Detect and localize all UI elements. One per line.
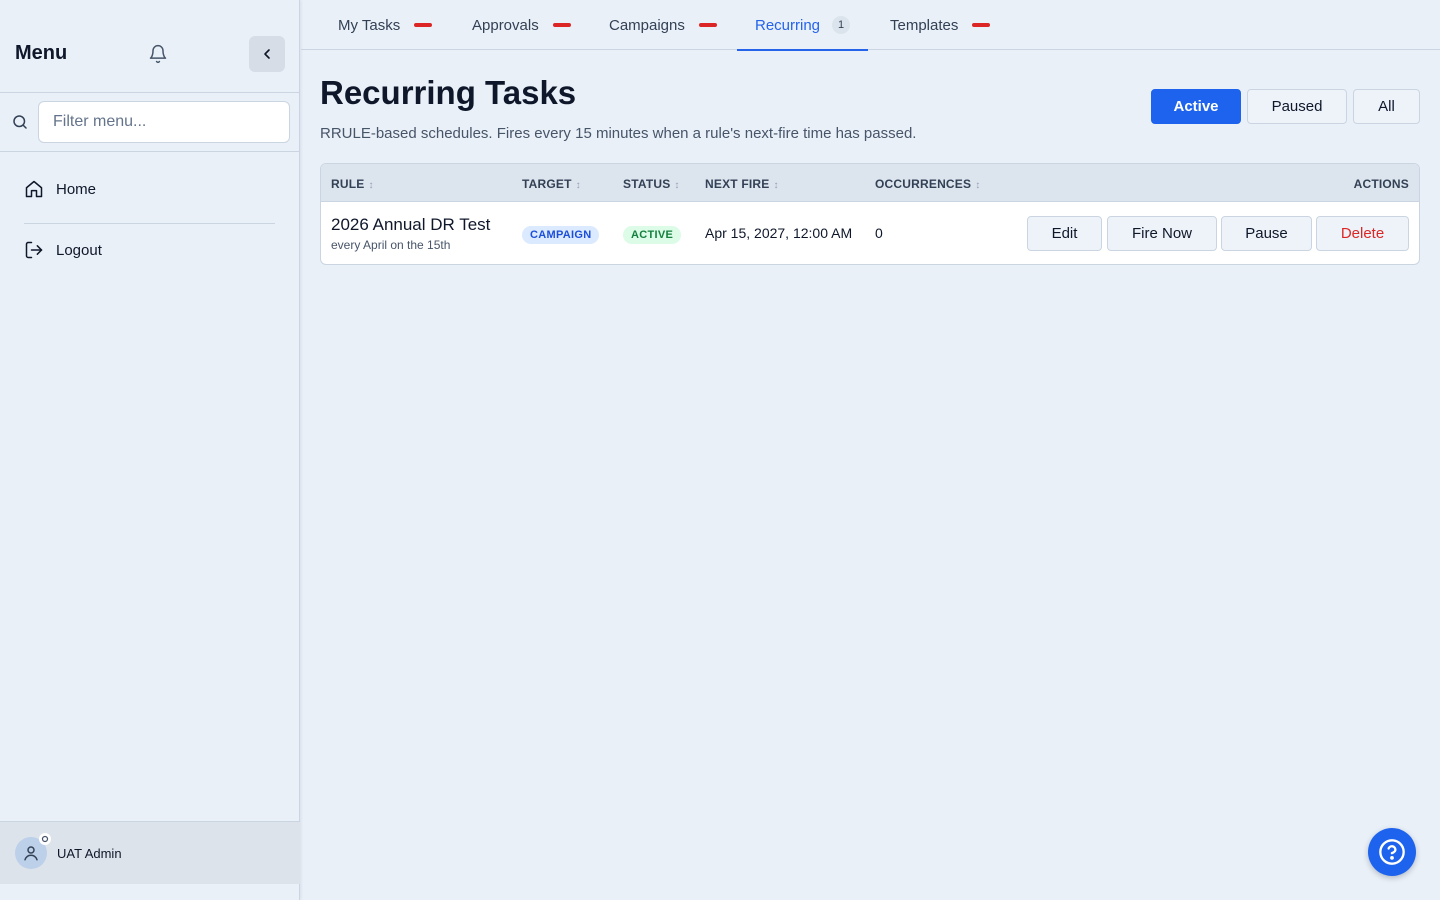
user-footer[interactable]: UAT Admin	[0, 821, 300, 884]
user-icon	[24, 846, 38, 861]
sort-icon: ↕	[674, 180, 680, 191]
tab-approvals[interactable]: Approvals	[472, 0, 571, 50]
sidebar-search	[0, 93, 299, 152]
tab-bar: My Tasks Approvals Campaigns Recurring 1 …	[301, 0, 1440, 51]
settings-badge-icon	[39, 833, 51, 845]
occurrences-value: 0	[875, 225, 883, 241]
rule-schedule: every April on the 15th	[331, 238, 451, 252]
bell-icon[interactable]	[148, 44, 168, 64]
tab-indicator	[972, 23, 991, 27]
user-name: UAT Admin	[57, 846, 122, 861]
tab-label: Approvals	[472, 16, 539, 34]
sort-icon: ↕	[773, 180, 779, 191]
tab-label: Templates	[890, 16, 959, 34]
tab-count-badge: 1	[832, 16, 851, 34]
sort-icon: ↕	[368, 180, 374, 191]
filter-all-button[interactable]: All	[1353, 89, 1420, 124]
filter-menu-input[interactable]	[38, 101, 290, 143]
sort-icon: ↕	[975, 180, 981, 191]
sidebar-item-label: Logout	[56, 241, 102, 259]
sidebar-title: Menu	[15, 42, 68, 64]
tab-label: Recurring	[755, 16, 821, 34]
table-header: RULE ↕ TARGET ↕ STATUS ↕ NEXT FIRE ↕ OCCURRE…	[321, 164, 1419, 202]
sort-icon: ↕	[575, 180, 581, 191]
filter-active-button[interactable]: Active	[1151, 89, 1241, 124]
column-header-status[interactable]: STATUS ↕	[623, 177, 680, 191]
help-icon	[1379, 839, 1405, 865]
search-icon	[13, 115, 27, 129]
tab-recurring[interactable]: Recurring 1	[736, 0, 869, 51]
recurring-table: RULE ↕ TARGET ↕ STATUS ↕ NEXT FIRE ↕ OCCURRE…	[320, 163, 1420, 265]
column-header-rule[interactable]: RULE ↕	[331, 177, 374, 191]
column-header-occurrences[interactable]: OCCURRENCES ↕	[875, 177, 980, 191]
sidebar-item-label: Home	[56, 180, 97, 198]
sidebar-item-logout[interactable]: Logout	[24, 240, 102, 260]
rule-name: 2026 Annual DR Test	[331, 215, 491, 234]
filter-paused-button[interactable]: Paused	[1247, 89, 1347, 124]
pause-button[interactable]: Pause	[1221, 216, 1312, 251]
edit-button[interactable]: Edit	[1027, 216, 1102, 251]
avatar[interactable]	[15, 833, 51, 869]
help-button[interactable]	[1368, 828, 1416, 876]
tab-label: My Tasks	[338, 16, 401, 34]
tab-my-tasks[interactable]: My Tasks	[338, 0, 433, 50]
page-subtitle: RRULE-based schedules. Fires every 15 mi…	[320, 125, 917, 142]
chevron-left-icon	[264, 49, 270, 59]
column-header-next-fire[interactable]: NEXT FIRE ↕	[705, 177, 779, 191]
page-title: Recurring Tasks	[320, 74, 577, 111]
tab-label: Campaigns	[609, 16, 685, 34]
tab-templates[interactable]: Templates	[890, 0, 991, 50]
fire-now-button[interactable]: Fire Now	[1107, 216, 1217, 251]
sidebar-divider	[24, 223, 275, 224]
logout-icon	[25, 241, 43, 259]
tab-indicator	[552, 23, 571, 27]
status-badge: ACTIVE	[623, 226, 682, 244]
tab-campaigns[interactable]: Campaigns	[609, 0, 717, 50]
column-header-actions: ACTIONS	[1353, 177, 1409, 191]
target-badge: CAMPAIGN	[522, 226, 600, 244]
tab-indicator	[414, 23, 433, 27]
home-icon	[25, 180, 43, 198]
sidebar-item-home[interactable]: Home	[24, 179, 96, 199]
column-header-target[interactable]: TARGET ↕	[522, 177, 581, 191]
delete-button[interactable]: Delete	[1316, 216, 1409, 251]
sidebar-header: Menu	[0, 0, 299, 93]
next-fire-value: Apr 15, 2027, 12:00 AM	[705, 225, 853, 241]
sidebar: Menu Home Logout UAT Admin	[0, 0, 300, 900]
tab-indicator	[698, 23, 717, 27]
table-row: 2026 Annual DR Test every April on the 1…	[321, 202, 1419, 264]
collapse-sidebar-button[interactable]	[249, 36, 285, 72]
